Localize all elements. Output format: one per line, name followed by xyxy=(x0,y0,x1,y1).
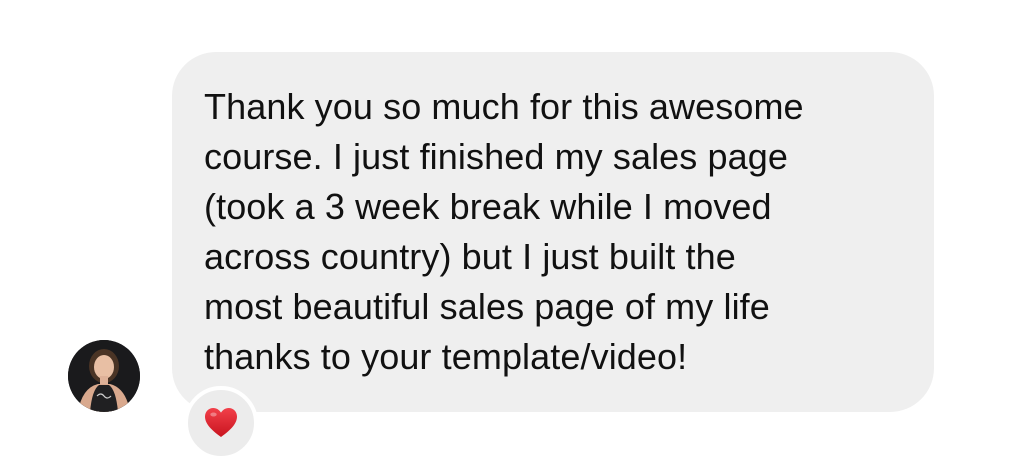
message-text: Thank you so much for this awesome cours… xyxy=(204,86,804,377)
heart-icon xyxy=(205,408,237,437)
reaction-badge[interactable] xyxy=(184,386,258,460)
message-bubble[interactable]: Thank you so much for this awesome cours… xyxy=(172,52,934,412)
avatar[interactable] xyxy=(68,340,140,412)
profile-photo-icon xyxy=(68,340,140,412)
